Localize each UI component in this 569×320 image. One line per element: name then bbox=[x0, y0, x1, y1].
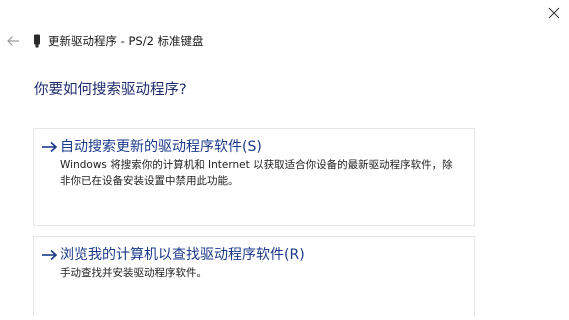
option-title: 自动搜索更新的驱动程序软件(S) bbox=[60, 139, 262, 155]
auto-search-option[interactable]: 自动搜索更新的驱动程序软件(S) Windows 将搜索你的计算机和 Inter… bbox=[33, 128, 475, 226]
device-icon bbox=[32, 33, 42, 49]
option-title: 浏览我的计算机以查找驱动程序软件(R) bbox=[60, 247, 305, 263]
back-arrow-icon bbox=[7, 36, 19, 46]
right-arrow-icon bbox=[40, 138, 58, 156]
window-title: 更新驱动程序 - PS/2 标准键盘 bbox=[48, 34, 204, 48]
option-description: Windows 将搜索你的计算机和 Internet 以获取适合你设备的最新驱动… bbox=[60, 159, 453, 187]
browse-computer-option[interactable]: 浏览我的计算机以查找驱动程序软件(R) 手动查找并安装驱动程序软件。 bbox=[33, 236, 475, 316]
driver-update-dialog: 更新驱动程序 - PS/2 标准键盘 你要如何搜索驱动程序? 自动搜索更新的驱动… bbox=[0, 0, 569, 320]
option-description: 手动查找并安装驱动程序软件。 bbox=[60, 267, 207, 279]
right-arrow-icon bbox=[40, 246, 58, 264]
title-bar: 更新驱动程序 - PS/2 标准键盘 bbox=[0, 28, 520, 54]
close-icon bbox=[548, 7, 559, 19]
page-heading: 你要如何搜索驱动程序? bbox=[34, 82, 187, 98]
back-button[interactable] bbox=[0, 28, 26, 54]
close-button[interactable] bbox=[538, 0, 569, 26]
